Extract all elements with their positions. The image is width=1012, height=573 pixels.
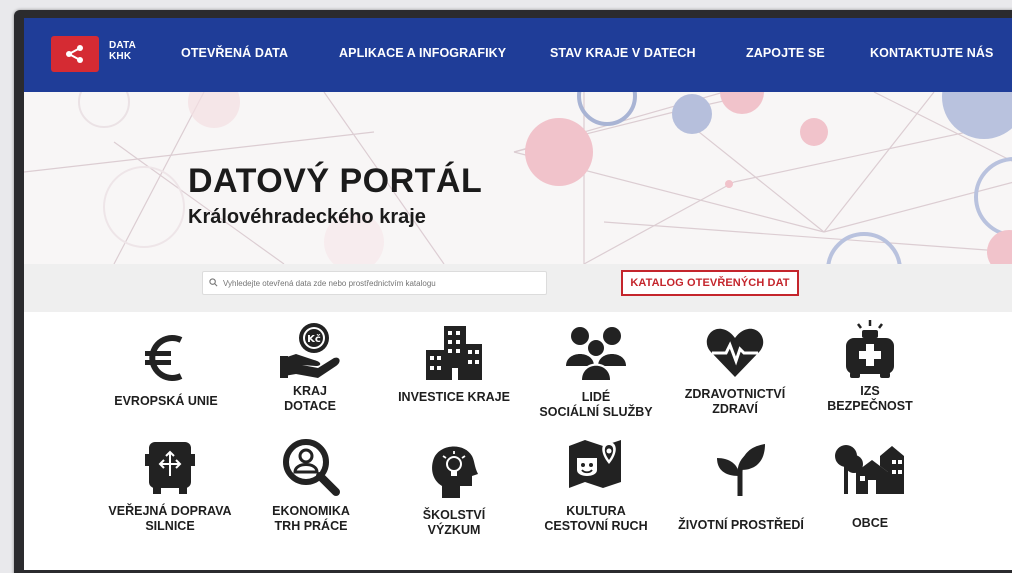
bus-icon	[145, 442, 195, 494]
share-icon	[66, 45, 83, 63]
category-kraj-dotace[interactable]: Kč KRAJ DOTACE	[235, 316, 385, 414]
people-icon	[566, 327, 626, 380]
nav-kontakty[interactable]: KONTAKTUJTE NÁS	[870, 46, 994, 60]
town-icon	[835, 445, 904, 494]
category-label: IZS BEZPEČNOST	[827, 384, 913, 413]
nav-otevrena-data[interactable]: OTEVŘENÁ DATA	[181, 46, 288, 60]
category-label: ŠKOLSTVÍ VÝZKUM	[422, 508, 486, 537]
page-title: DATOVÝ PORTÁL	[188, 162, 483, 200]
hero-banner: DATOVÝ PORTÁL Královéhradeckého kraje	[24, 92, 1012, 264]
head-idea-icon	[432, 446, 478, 498]
logo[interactable]	[51, 36, 99, 72]
category-label: INVESTICE KRAJE	[398, 390, 510, 404]
logo-text[interactable]: DATA KHK	[109, 40, 136, 62]
nav-zapojte-se[interactable]: ZAPOJTE SE	[746, 46, 825, 60]
svg-text:Kč: Kč	[307, 333, 321, 345]
category-investice-kraje[interactable]: INVESTICE KRAJE	[379, 324, 529, 405]
category-label: OBCE	[851, 516, 889, 530]
category-label: KRAJ DOTACE	[284, 384, 336, 413]
category-label: VEŘEJNÁ DOPRAVA SILNICE	[108, 504, 232, 533]
nav-stav-kraje[interactable]: STAV KRAJE V DATECH	[550, 46, 696, 60]
catalog-button[interactable]: KATALOG OTEVŘENÝCH DAT	[621, 270, 799, 296]
job-search-icon	[283, 439, 340, 496]
heart-pulse-icon	[706, 328, 764, 377]
search-icon	[209, 278, 218, 287]
category-label: EVROPSKÁ UNIE	[114, 394, 218, 408]
category-obce[interactable]: OBCE	[795, 442, 945, 531]
buildings-icon	[426, 326, 482, 380]
category-kultura-cestovni[interactable]: KULTURA CESTOVNÍ RUCH	[521, 438, 671, 534]
monitor-frame: DATA KHK OTEVŘENÁ DATA APLIKACE A INFOGR…	[14, 10, 1012, 573]
main-navigation: DATA KHK OTEVŘENÁ DATA APLIKACE A INFOGR…	[24, 18, 1012, 92]
logo-line-2: KHK	[109, 51, 132, 62]
category-label: LIDÉ SOCIÁLNÍ SLUŽBY	[539, 390, 653, 419]
category-zdravotnictvi[interactable]: ZDRAVOTNICTVÍ ZDRAVÍ	[660, 327, 810, 417]
map-mask-icon	[569, 440, 621, 488]
category-label: KULTURA CESTOVNÍ RUCH	[544, 504, 648, 533]
sprout-icon	[717, 444, 765, 496]
category-lide-socialni[interactable]: LIDÉ SOCIÁLNÍ SLUŽBY	[521, 324, 671, 420]
nav-aplikace[interactable]: APLIKACE A INFOGRAFIKY	[339, 46, 506, 60]
category-zivotni-prostredi[interactable]: ŽIVOTNÍ PROSTŘEDÍ	[666, 442, 816, 533]
search-band: KATALOG OTEVŘENÝCH DAT	[24, 264, 1012, 312]
category-evropska-unie[interactable]: EVROPSKÁ UNIE	[91, 330, 241, 409]
euro-icon	[145, 335, 183, 381]
network-graphic	[24, 92, 1012, 264]
browser-viewport: DATA KHK OTEVŘENÁ DATA APLIKACE A INFOGR…	[24, 18, 1012, 570]
ambulance-icon	[846, 320, 894, 378]
category-izs-bezpecnost[interactable]: IZS BEZPEČNOST	[795, 318, 945, 414]
page-subtitle: Královéhradeckého kraje	[188, 206, 426, 228]
category-label: ŽIVOTNÍ PROSTŘEDÍ	[678, 518, 804, 532]
category-verejna-doprava[interactable]: VEŘEJNÁ DOPRAVA SILNICE	[95, 440, 245, 534]
category-label: EKONOMIKA TRH PRÁCE	[272, 504, 350, 533]
hand-coin-icon: Kč	[280, 323, 340, 378]
category-skolstvi-vyzkum[interactable]: ŠKOLSTVÍ VÝZKUM	[379, 442, 529, 538]
search-input[interactable]	[202, 271, 547, 295]
category-ekonomika-trh[interactable]: EKONOMIKA TRH PRÁCE	[236, 438, 386, 534]
category-label: ZDRAVOTNICTVÍ ZDRAVÍ	[684, 387, 786, 416]
logo-line-1: DATA	[109, 40, 137, 51]
